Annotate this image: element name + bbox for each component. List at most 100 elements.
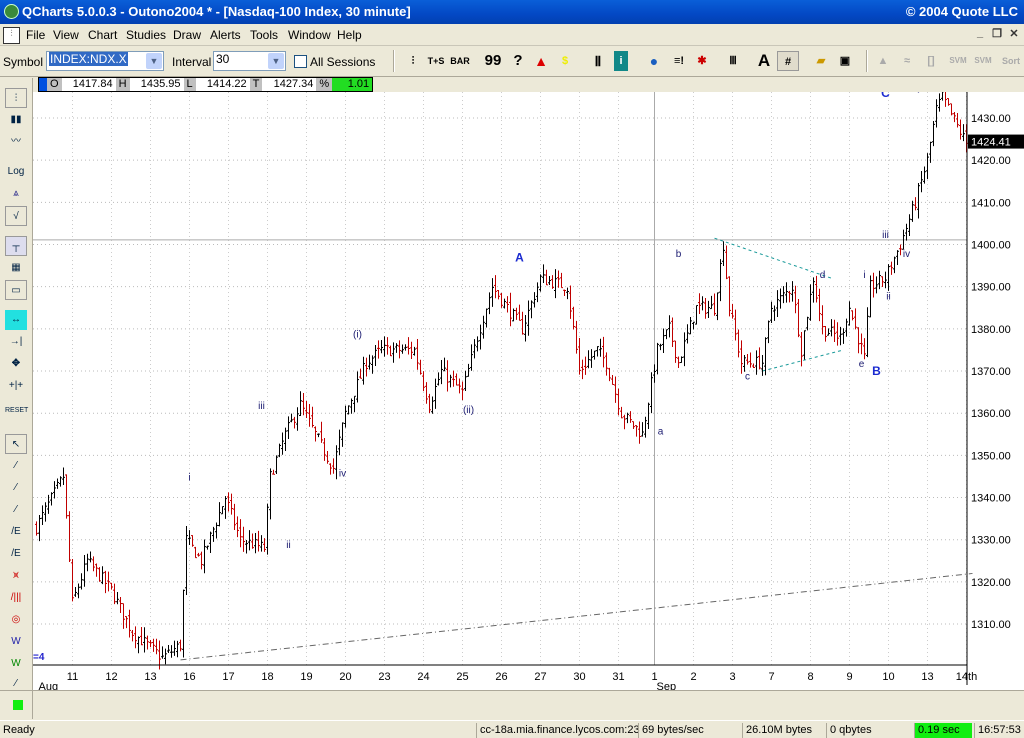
symbol-combo[interactable]: INDEX:NDX.X ▼ <box>46 51 164 71</box>
ohlc-bar <box>482 316 485 339</box>
ohlc-bar <box>443 358 446 372</box>
expand-icon[interactable]: ↔ <box>5 310 27 330</box>
trendline-tool-icon[interactable]: ⁄ <box>5 456 27 476</box>
y-tick-label: 1310.00 <box>971 619 1011 631</box>
ohlc-bar <box>521 312 524 335</box>
panel-handle[interactable] <box>0 691 33 719</box>
line-chart-tool-icon[interactable]: 〰 <box>5 132 27 152</box>
ohlc-bar <box>527 301 530 336</box>
chevron-down-icon[interactable]: ▼ <box>268 53 284 69</box>
chart-icon[interactable]: ⫶ <box>402 51 424 71</box>
menu-draw[interactable]: Draw <box>173 28 201 42</box>
crosshair-icon[interactable]: ┬ <box>5 236 27 256</box>
trendlines <box>181 238 973 660</box>
quote-icon[interactable]: 99 <box>482 51 504 71</box>
reset-label: RESET <box>5 407 28 414</box>
bar-chart-tool-icon[interactable]: ⫶ <box>5 88 27 108</box>
fire-icon[interactable]: ▲ <box>530 51 552 71</box>
ohlc-bar <box>554 269 557 298</box>
low-label: L <box>184 78 196 91</box>
ohlc-bar <box>386 337 389 355</box>
zoom-icon[interactable]: +|+ <box>5 376 27 396</box>
ohlc-bar <box>239 519 242 547</box>
ohlc-bar <box>824 326 827 342</box>
ohlc-bar <box>518 305 521 321</box>
font-icon[interactable]: A <box>753 51 775 71</box>
chevron-down-icon[interactable]: ▼ <box>146 53 162 69</box>
cycle-icon[interactable]: W <box>5 654 27 674</box>
ohlc-bar <box>221 506 224 513</box>
wave-label: B <box>872 364 881 378</box>
info-icon[interactable]: i <box>614 51 628 71</box>
columns-icon[interactable]: Ⅲ <box>722 51 744 71</box>
ohlc-bar <box>953 112 956 122</box>
ohlc-bar <box>344 406 347 428</box>
menu-view[interactable]: View <box>53 28 79 42</box>
ohlc-bar <box>701 296 704 310</box>
time-sales-button[interactable]: T+S <box>425 51 447 71</box>
move-icon[interactable]: ✥ <box>5 354 27 374</box>
data-window-icon[interactable]: ▦ <box>5 258 27 278</box>
menu-file[interactable]: File <box>26 28 45 42</box>
ohlc-bar <box>473 339 476 358</box>
channel-icon[interactable]: ⩙ <box>5 566 27 586</box>
all-sessions-checkbox[interactable] <box>294 55 307 68</box>
save-icon[interactable]: ▣ <box>834 51 856 71</box>
menu-alerts[interactable]: Alerts <box>210 28 241 42</box>
minimize-button[interactable]: _ <box>972 27 988 42</box>
ohlc-bar <box>230 494 233 515</box>
pointer-icon[interactable]: ↖ <box>5 434 27 454</box>
extended-line-tool-icon[interactable]: ⁄ <box>5 500 27 520</box>
ohlc-bar <box>914 197 917 210</box>
menu-help[interactable]: Help <box>337 28 362 42</box>
price-chart[interactable]: AbCv(i)iii(ii)iviiiacdeBiiiiivii 1310.00… <box>33 92 1024 690</box>
ray-tool-icon[interactable]: ⁄ <box>5 478 27 498</box>
globe-icon[interactable]: ● <box>643 51 665 71</box>
ohlc-bar <box>179 640 182 652</box>
ohlc-bar <box>326 451 329 464</box>
ohlc-bar <box>206 546 209 550</box>
ear-icon[interactable]: ? <box>507 51 529 71</box>
bug-icon[interactable]: ✱ <box>691 51 713 71</box>
y-tick-label: 1410.00 <box>971 197 1011 209</box>
fibonacci-retracement-icon[interactable]: /E <box>5 544 27 564</box>
ohlc-bar <box>65 474 68 518</box>
ohlc-bar <box>668 315 671 337</box>
ohlc-bar <box>488 292 491 314</box>
trendline <box>181 573 973 659</box>
x-tick-label: 13 <box>144 671 156 683</box>
column-icon[interactable]: Ⅱ <box>587 51 609 71</box>
ohlc-bar <box>863 338 866 359</box>
pct-label: % <box>316 78 332 91</box>
ohlc-bar <box>854 308 857 329</box>
compress-icon[interactable]: →|← <box>5 332 27 352</box>
status-rate: 69 bytes/sec <box>638 723 707 738</box>
menu-chart[interactable]: Chart <box>88 28 117 42</box>
pitchfork-icon[interactable]: W <box>5 632 27 652</box>
ohlc-bar <box>623 415 626 429</box>
fibonacci-fan-icon[interactable]: /E <box>5 522 27 542</box>
close-button[interactable]: ✕ <box>1006 27 1022 42</box>
ohlc-bar <box>533 292 536 307</box>
x-tick-label: 16 <box>183 671 195 683</box>
menu-bar: ⫶ File View Chart Studies Draw Alerts To… <box>0 24 1024 46</box>
menu-tools[interactable]: Tools <box>250 28 278 42</box>
dollar-icon[interactable]: $ <box>554 51 576 71</box>
sqrt-scale-icon[interactable]: √ <box>5 206 27 226</box>
scale-up-icon[interactable]: ⩓ <box>5 184 27 204</box>
bar-button[interactable]: BAR <box>449 51 471 71</box>
menu-studies[interactable]: Studies <box>126 28 166 42</box>
candle-tool-icon[interactable]: ▮▮ <box>5 110 27 130</box>
restore-button[interactable]: ❐ <box>989 27 1005 42</box>
interval-combo[interactable]: 30 ▼ <box>213 51 286 71</box>
grid-icon[interactable]: # <box>777 51 799 71</box>
log-scale-button[interactable]: Log <box>5 162 27 182</box>
chart-doc-icon[interactable]: ⫶ <box>3 27 20 44</box>
reset-button[interactable]: RESET <box>5 398 27 418</box>
scroll-bar-icon[interactable]: ▭ <box>5 280 27 300</box>
open-folder-icon[interactable]: ▰ <box>810 51 832 71</box>
gann-icon[interactable]: /||| <box>5 588 27 608</box>
arc-icon[interactable]: ◎ <box>5 610 27 630</box>
menu-window[interactable]: Window <box>288 28 331 42</box>
news-alert-icon[interactable]: ≡! <box>668 51 690 71</box>
